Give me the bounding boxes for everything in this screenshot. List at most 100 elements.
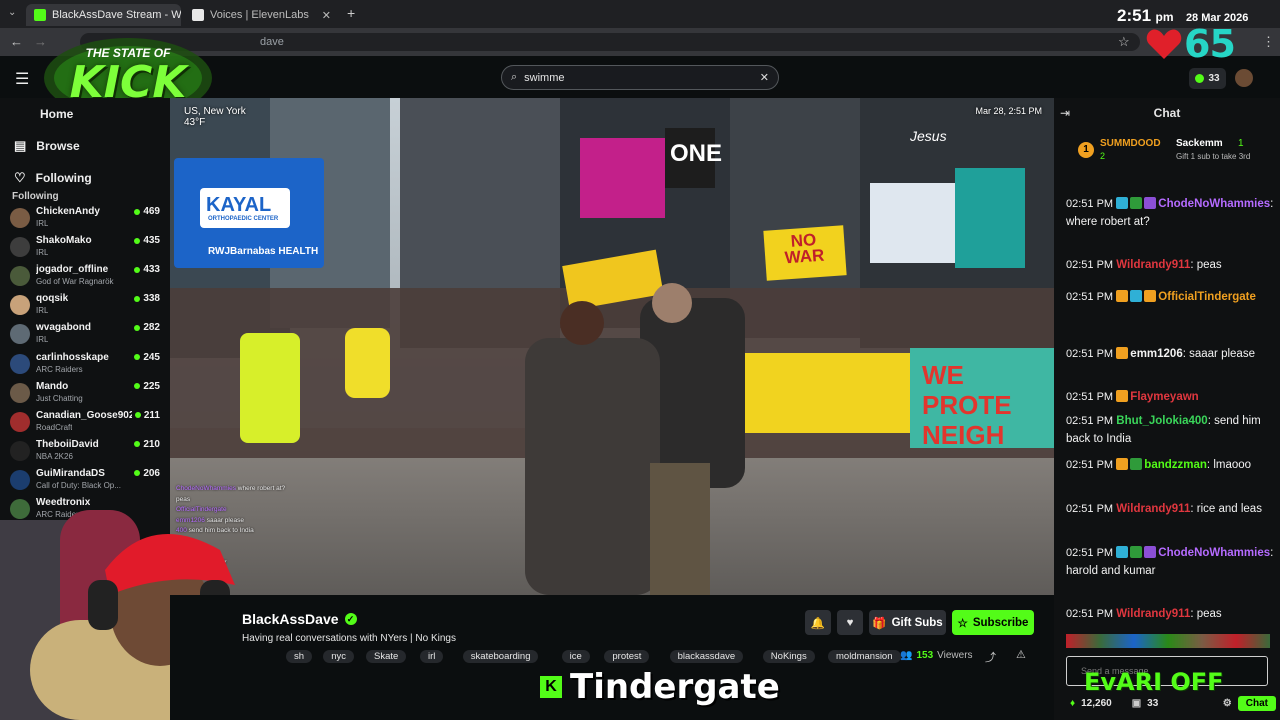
points-count: 33 (1208, 73, 1220, 84)
live-dot-icon (134, 441, 141, 448)
stream-tag[interactable]: Skate (366, 650, 407, 663)
bookmark-star-icon[interactable]: ☆ (1118, 34, 1130, 50)
tab-title: Voices | ElevenLabs (210, 9, 309, 21)
chat-badge-icon (1130, 197, 1143, 209)
footer-count: 33 (1147, 697, 1159, 709)
chat-username[interactable]: Wildrandy911 (1116, 608, 1190, 620)
chat-timestamp: 02:51 PM (1066, 259, 1114, 271)
viewer-count: 469 (134, 206, 160, 217)
following-item[interactable]: wvagabond IRL 282 (10, 322, 160, 351)
search-input[interactable]: ⌕ swimme ✕ (501, 65, 779, 90)
kick-points-pill[interactable]: 33 (1189, 68, 1226, 89)
channel-name[interactable]: BlackAssDave ✓ (242, 611, 357, 627)
chat-footer: ♦ 12,260 ▣ 33 ⚙ Chat (1070, 695, 1276, 711)
hamburger-menu-icon[interactable]: ☰ (15, 69, 29, 89)
viewers-number: 153 (916, 650, 934, 661)
nav-browse[interactable]: ▤ Browse (14, 135, 80, 157)
user-avatar[interactable] (1235, 69, 1253, 87)
mini-chat-user: ChodeNoWhammies (176, 485, 236, 492)
gift-count: 1 (1238, 138, 1244, 149)
stream-tag[interactable]: moldmansion (828, 650, 901, 663)
caption-text: Tindergate (570, 667, 780, 707)
following-item[interactable]: jogador_offline God of War Ragnarök 433 (10, 264, 160, 293)
chat-username[interactable]: ChodeNoWhammies (1158, 198, 1270, 210)
stream-tag[interactable]: sh (286, 650, 313, 663)
viewer-number: 282 (143, 322, 160, 334)
chat-username[interactable]: Wildrandy911 (1116, 503, 1190, 515)
chat-badge-icon (1130, 290, 1143, 302)
chat-send-button[interactable]: Chat (1237, 695, 1276, 711)
following-item[interactable]: qoqsik IRL 338 (10, 293, 160, 322)
back-icon[interactable]: ← (10, 34, 23, 49)
chat-timestamp: 02:51 PM (1066, 459, 1114, 471)
tab-search-icon[interactable]: ⌄ (8, 7, 16, 18)
clear-search-icon[interactable]: ✕ (760, 71, 769, 84)
chat-username[interactable]: bandzzman (1144, 459, 1207, 471)
channel-avatar (10, 411, 30, 432)
new-tab-icon[interactable]: + (347, 5, 355, 21)
chat-username[interactable]: emm1206 (1130, 348, 1182, 360)
following-item[interactable]: carlinhosskape ARC Raiders 245 (10, 352, 160, 381)
chat-badge-icon (1116, 347, 1129, 359)
nav-home[interactable]: Home (40, 103, 73, 125)
stream-tag[interactable]: blackassdave (669, 650, 744, 663)
viewer-count: 435 (134, 235, 160, 246)
follow-button[interactable]: ♥ (837, 610, 863, 635)
elevenlabs-favicon-icon (192, 9, 204, 21)
chat-username[interactable]: Wildrandy911 (1116, 259, 1190, 271)
settings-gear-icon[interactable]: ⚙ (1223, 698, 1232, 709)
viewer-number: 433 (143, 264, 160, 276)
following-item[interactable]: ChickenAndy IRL 469 (10, 206, 160, 235)
star-icon: ☆ (957, 617, 968, 630)
following-item[interactable]: GuiMirandaDS Call of Duty: Black Op... 206 (10, 468, 160, 497)
chat-title: Chat (1153, 106, 1181, 120)
stream-tag[interactable]: skateboarding (462, 650, 539, 663)
share-icon[interactable]: ⤴ (985, 649, 996, 665)
chat-username[interactable]: ChodeNoWhammies (1158, 547, 1270, 559)
channel-avatar (10, 440, 30, 461)
kayal-sign-sub: ORTHOPAEDIC CENTER (208, 216, 279, 222)
chat-badge-icon (1144, 290, 1157, 302)
location-temp: 43°F (184, 117, 206, 128)
chat-panel: ⇥ Chat 1 SUMMDOOD 2 Sackemm 1 Gift 1 sub… (1054, 98, 1280, 720)
following-item[interactable]: TheboiiDavid NBA 2K26 210 (10, 439, 160, 468)
chat-message: 02:51 PM OfficialTindergate (1066, 288, 1276, 306)
live-dot-icon (134, 354, 141, 360)
chat-username[interactable]: Bhut_Jolokia400 (1116, 415, 1207, 427)
chat-badge-icon (1116, 546, 1129, 558)
stream-tag[interactable]: nyc (323, 650, 354, 663)
channel-avatar (10, 266, 30, 287)
rwj-sign: RWJBarnabas HEALTH (208, 246, 319, 257)
stream-tag[interactable]: ice (561, 650, 590, 663)
following-item[interactable]: Canadian_Goose902 RoadCraft 211 (10, 410, 160, 439)
stream-tag[interactable]: NoKings (762, 650, 815, 663)
chat-username[interactable]: OfficialTindergate (1158, 291, 1256, 303)
report-icon[interactable]: ⚠ (1016, 648, 1026, 661)
notifications-button[interactable]: 🔔 (805, 610, 831, 635)
chat-badge-icon (1116, 458, 1129, 470)
nav-following-label: Following (35, 171, 92, 185)
bell-icon: 🔔 (810, 617, 826, 630)
chat-timestamp: 02:51 PM (1066, 198, 1114, 210)
browser-menu-icon[interactable]: ⋮ (1262, 34, 1275, 50)
following-item[interactable]: ShakoMako IRL 435 (10, 235, 160, 264)
chat-badge-icon (1130, 546, 1143, 558)
subscribe-button[interactable]: ☆ Subscribe (952, 610, 1034, 635)
caption-overlay: K Tindergate (540, 667, 780, 707)
footer-points: 12,260 (1081, 697, 1112, 709)
channel-category: IRL (36, 248, 49, 258)
url-field[interactable]: dave (80, 33, 1140, 51)
channel-category: ARC Raiders (36, 364, 83, 374)
stream-tag[interactable]: protest (604, 650, 650, 663)
stream-tag[interactable]: irl (420, 650, 444, 663)
gift-subs-button[interactable]: 🎁 Gift Subs (869, 610, 946, 635)
close-tab-icon[interactable]: ✕ (322, 9, 331, 22)
video-timestamp: Mar 28, 2:51 PM (975, 106, 1042, 116)
channel-name: Mando (36, 380, 69, 392)
nav-following[interactable]: ♡ Following (14, 167, 92, 189)
following-item[interactable]: Mando Just Chatting 225 (10, 381, 160, 410)
top-gifter-name: SUMMDOOD (1100, 138, 1161, 149)
heart-counter-overlay: 65 (1146, 22, 1236, 66)
heart-icon (1146, 29, 1182, 59)
chat-username[interactable]: Flaymeyawn (1130, 391, 1198, 403)
